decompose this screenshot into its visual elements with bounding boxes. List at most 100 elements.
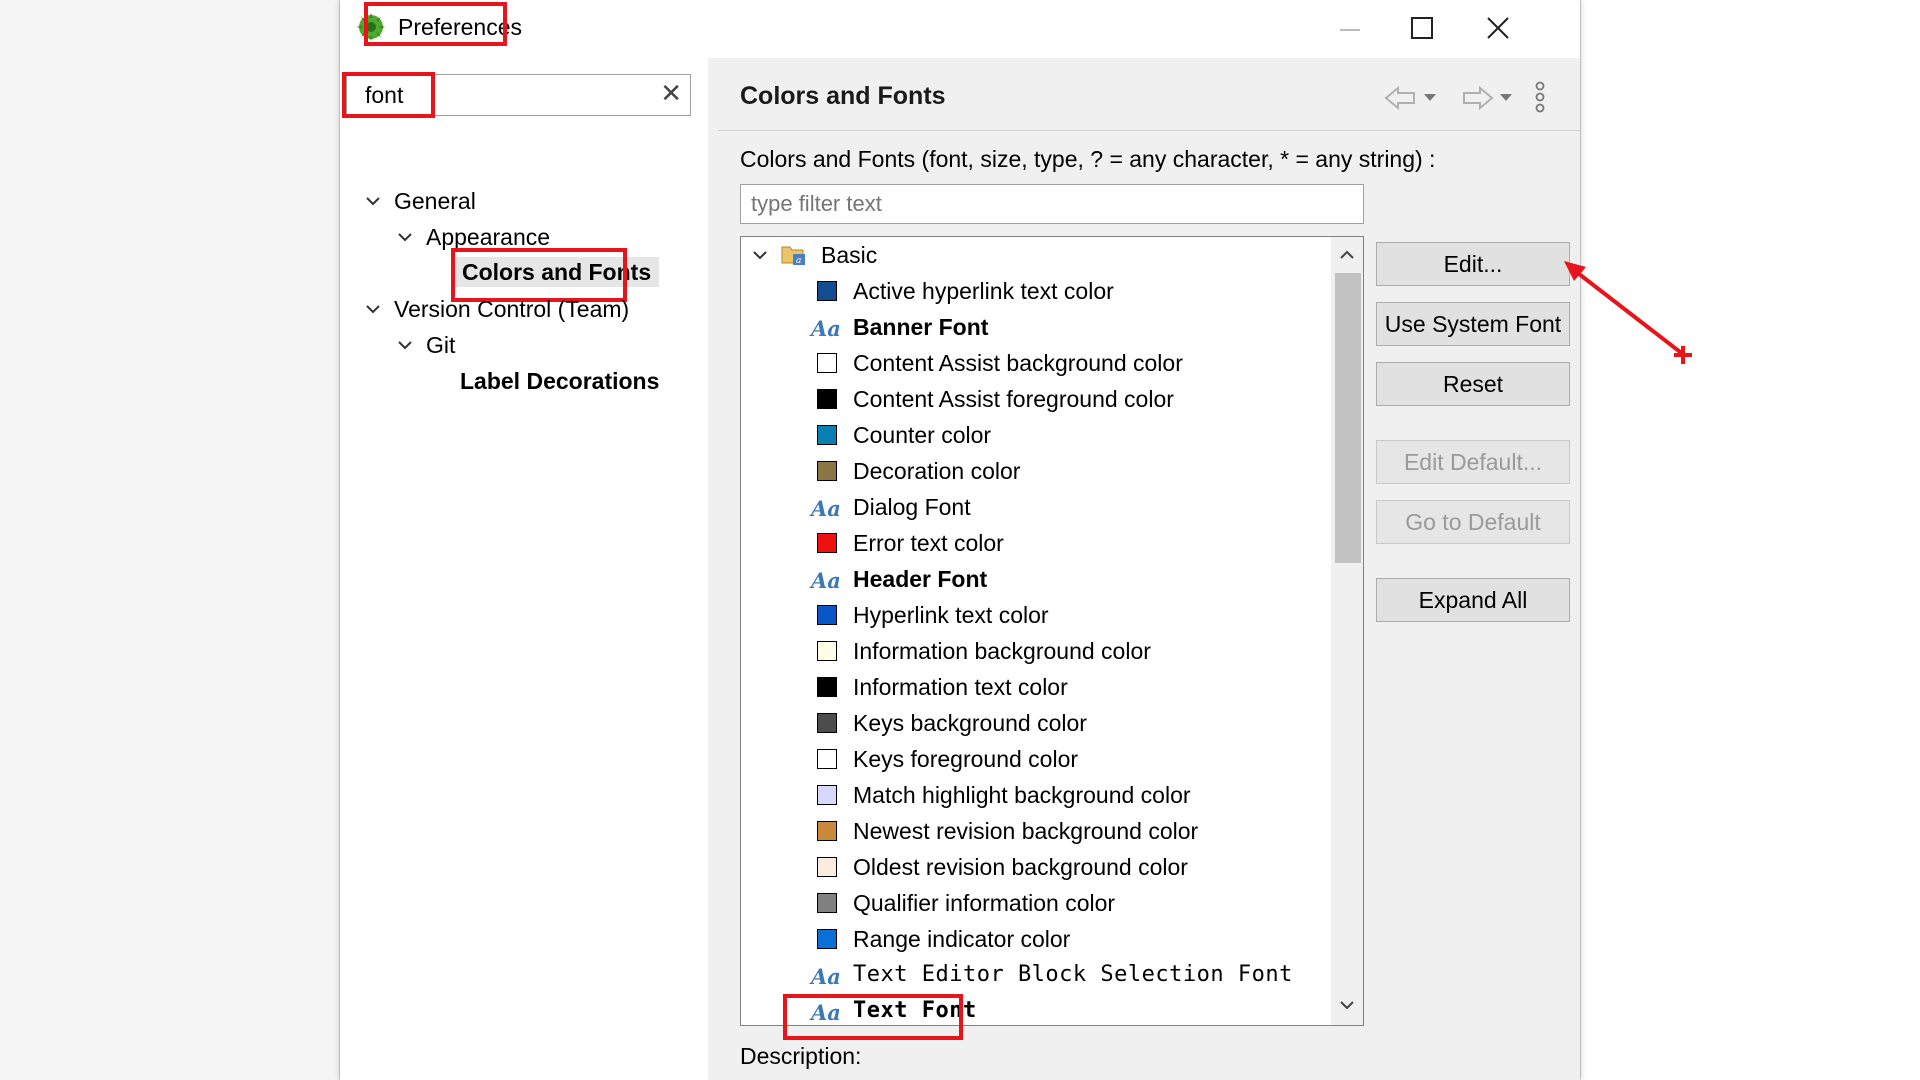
edit-default-button[interactable]: Edit Default... [1376,440,1570,484]
color-row[interactable]: Active hyperlink text color [741,273,1331,309]
category-row-basic[interactable]: a Basic [741,237,1331,273]
search-highlight-box [342,72,435,118]
maximize-icon[interactable] [1402,10,1442,46]
list-item-label: Counter color [853,422,992,448]
color-swatch [817,641,837,661]
font-icon: Aa [811,964,841,989]
color-row[interactable]: Decoration color [741,453,1331,489]
tree-item-label-decorations[interactable]: Label Decorations [460,366,659,396]
font-row[interactable]: Aa Header Font [741,561,1331,597]
filter-input[interactable] [740,184,1364,224]
chevron-down-icon[interactable] [1424,94,1436,101]
color-swatch [817,461,837,481]
color-swatch [817,929,837,949]
list-item-label: Content Assist background color [853,350,1183,376]
font-row[interactable]: Aa Banner Font [741,309,1331,345]
pane-splitter[interactable] [708,58,718,1080]
list-item-label: Information background color [853,638,1151,664]
font-row[interactable]: Aa Text Editor Block Selection Font [741,957,1331,993]
color-row[interactable]: Counter color [741,417,1331,453]
color-row[interactable]: Information background color [741,633,1331,669]
color-row[interactable]: Oldest revision background color [741,849,1331,885]
color-row[interactable]: Keys foreground color [741,741,1331,777]
color-swatch [817,893,837,913]
list-item-label: Banner Font [853,314,989,340]
color-swatch [817,281,837,301]
chevron-down-icon[interactable] [396,336,414,354]
color-swatch [817,605,837,625]
list-item-label: Active hyperlink text color [853,278,1114,304]
tree-item-label: Git [426,332,456,358]
use-system-font-button[interactable]: Use System Font [1376,302,1570,346]
vertical-scrollbar[interactable] [1331,237,1363,1025]
list-item-label: Keys foreground color [853,746,1079,772]
text-font-highlight-box [783,994,963,1040]
list-item-label: Newest revision background color [853,818,1199,844]
view-menu-icon[interactable] [1535,81,1545,113]
color-row[interactable]: Range indicator color [741,921,1331,957]
color-row[interactable]: Hyperlink text color [741,597,1331,633]
forward-arrow-icon[interactable] [1463,85,1494,111]
color-row[interactable]: Keys background color [741,705,1331,741]
chevron-down-icon[interactable] [751,246,769,264]
red-arrow-icon [1564,261,1692,364]
color-swatch [817,749,837,769]
page-title: Colors and Fonts [740,82,946,110]
font-icon: Aa [811,568,841,593]
title-separator [718,130,1580,131]
go-to-default-button[interactable]: Go to Default [1376,500,1570,544]
category-label: Basic [821,242,878,268]
color-swatch [817,785,837,805]
color-row[interactable]: Content Assist background color [741,345,1331,381]
reset-button[interactable]: Reset [1376,362,1570,406]
list-item-label: Qualifier information color [853,890,1116,916]
desktop-background-right [1580,0,1920,1080]
list-item-label: Information text color [853,674,1068,700]
colors-fonts-tree[interactable]: a Basic Active hyperlink text color Aa Ban… [740,236,1364,1026]
color-row[interactable]: Content Assist foreground color [741,381,1331,417]
tree-item-label: General [394,188,476,214]
list-item-label: Hyperlink text color [853,602,1049,628]
font-icon: Aa [811,316,841,341]
list-item-label: Decoration color [853,458,1021,484]
list-item-label: Text Editor Block Selection Font [853,962,1293,987]
chevron-down-icon[interactable] [396,228,414,246]
font-row[interactable]: Aa Dialog Font [741,489,1331,525]
minimize-icon[interactable] [1330,10,1370,46]
list-item-label: Error text color [853,530,1004,556]
color-swatch [817,353,837,373]
font-icon: Aa [811,496,841,521]
close-icon[interactable] [1478,10,1518,46]
filter-description: Colors and Fonts (font, size, type, ? = … [740,146,1436,172]
color-row[interactable]: Error text color [741,525,1331,561]
preferences-window: Preferences font ✕ General Appearance Co… [340,0,1580,1080]
chevron-up-icon[interactable] [1337,245,1357,265]
color-row[interactable]: Information text color [741,669,1331,705]
desktop-background-left [0,0,340,1080]
chevron-down-icon[interactable] [364,192,382,210]
color-row[interactable]: Qualifier information color [741,885,1331,921]
back-arrow-icon[interactable] [1384,85,1415,111]
color-swatch [817,425,837,445]
edit-button[interactable]: Edit... [1376,242,1570,286]
list-item-label: Header Font [853,566,988,592]
title-highlight-box [364,2,507,46]
preferences-tree-pane: font ✕ General Appearance Colors and Fon… [340,58,708,1080]
chevron-down-icon[interactable] [1500,94,1512,101]
scrollbar-thumb[interactable] [1335,273,1361,563]
page-navigation-toolbar [1384,81,1545,113]
color-row[interactable]: Newest revision background color [741,813,1331,849]
color-row[interactable]: Match highlight background color [741,777,1331,813]
expand-all-button[interactable]: Expand All [1376,578,1570,622]
chevron-down-icon[interactable] [1337,995,1357,1015]
chevron-down-icon[interactable] [364,300,382,318]
list-item-label: Content Assist foreground color [853,386,1174,412]
svg-text:a: a [796,256,801,266]
clear-search-icon[interactable]: ✕ [660,78,682,109]
color-swatch [817,533,837,553]
folder-icon: a [781,246,805,266]
color-swatch [817,389,837,409]
list-item-label: Keys background color [853,710,1087,736]
title-bar: Preferences [340,0,1580,58]
color-swatch [817,677,837,697]
